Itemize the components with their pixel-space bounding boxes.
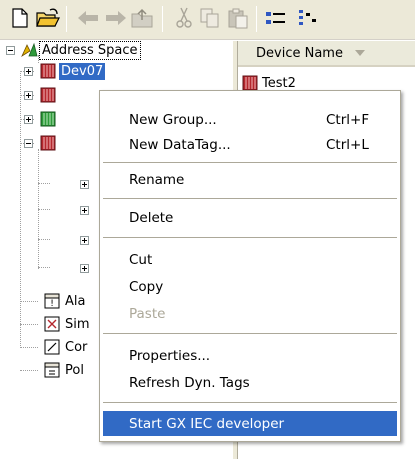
menu-separator (103, 162, 397, 163)
address-space-icon (20, 42, 38, 58)
menu-item-label: Rename (129, 171, 185, 188)
expand-toggle[interactable] (80, 235, 89, 245)
collapse-toggle[interactable] (6, 45, 15, 55)
menu-item-refresh-dyn-tags[interactable]: Refresh Dyn. Tags (103, 370, 397, 395)
menu-item-label: Start GX IEC developer (129, 415, 285, 432)
tree-item-group[interactable] (80, 229, 89, 251)
toolbar (0, 0, 415, 40)
column-header-device-name[interactable]: Device Name (238, 41, 415, 67)
expand-toggle[interactable] (24, 66, 33, 76)
tree-item-conversion[interactable]: Cor (44, 336, 89, 358)
conversion-icon (44, 339, 60, 355)
menu-item-start-gx-iec-developer[interactable]: Start GX IEC developer (103, 411, 397, 436)
polling-icon (44, 362, 60, 378)
context-menu: New Group... Ctrl+F New DataTag... Ctrl+… (99, 90, 401, 442)
tree-item-group[interactable] (80, 199, 89, 221)
tree-item-group[interactable] (80, 257, 89, 279)
small-icons-view-icon[interactable] (264, 6, 288, 30)
menu-item-label: Properties... (129, 347, 211, 364)
menu-separator (103, 237, 397, 238)
list-item-label: Test2 (262, 75, 296, 91)
menu-item-label: Paste (129, 305, 166, 322)
expand-toggle[interactable] (24, 90, 33, 100)
menu-item-label: New Group... (129, 111, 217, 128)
expand-toggle[interactable] (80, 263, 89, 273)
menu-item-cut[interactable]: Cut (103, 247, 397, 272)
tree-item-address-space[interactable]: Address Space (6, 39, 141, 61)
tree-item-device[interactable] (24, 132, 56, 154)
menu-item-shortcut: Ctrl+F (326, 111, 370, 128)
simulation-icon (44, 316, 60, 332)
tree-label-polling: Pol (65, 362, 84, 378)
expand-toggle[interactable] (80, 205, 89, 215)
menu-item-copy[interactable]: Copy (103, 274, 397, 299)
alarms-icon: ! (44, 293, 60, 309)
collapse-toggle[interactable] (24, 138, 33, 148)
copy-icon[interactable] (198, 6, 222, 30)
back-arrow-icon[interactable] (76, 6, 100, 30)
tree-label-simulation: Sim (65, 316, 90, 332)
expand-toggle[interactable] (80, 179, 89, 189)
device-red-icon (40, 87, 56, 103)
sort-arrow-icon (354, 50, 365, 56)
tree-label-dev07: Dev07 (59, 62, 106, 80)
tree-item-group[interactable] (80, 173, 89, 195)
svg-text:!: ! (50, 299, 54, 309)
column-header-label: Device Name (256, 45, 343, 61)
menu-item-delete[interactable]: Delete (103, 205, 397, 230)
menu-separator (103, 402, 397, 403)
menu-item-label: Refresh Dyn. Tags (129, 374, 250, 391)
device-red-icon (242, 75, 258, 91)
menu-item-rename[interactable]: Rename (103, 167, 397, 192)
device-red-icon (40, 63, 56, 79)
tree-item-alarms[interactable]: ! Ala (44, 290, 87, 312)
tree-item-device[interactable] (24, 108, 56, 130)
new-icon[interactable] (8, 6, 32, 30)
menu-item-label: Delete (129, 209, 174, 226)
tree-item-device[interactable] (24, 84, 56, 106)
menu-item-shortcut: Ctrl+L (326, 136, 369, 153)
menu-separator (103, 333, 397, 334)
menu-item-label: New DataTag... (129, 136, 231, 153)
menu-item-properties[interactable]: Properties... (103, 343, 397, 368)
tree-item-polling[interactable]: Pol (44, 359, 86, 381)
menu-separator (103, 198, 397, 199)
menu-item-paste[interactable]: Paste (103, 301, 397, 326)
expand-toggle[interactable] (24, 114, 33, 124)
menu-item-label: Cut (129, 251, 153, 268)
device-green-icon (40, 111, 56, 127)
list-view-icon[interactable] (296, 6, 320, 30)
device-red-icon (40, 135, 56, 151)
tree-item-dev07[interactable]: Dev07 (24, 60, 106, 82)
open-folder-icon[interactable] (36, 6, 60, 30)
tree-item-simulation[interactable]: Sim (44, 313, 92, 335)
menu-item-label: Copy (129, 278, 164, 295)
menu-item-new-datatag[interactable]: New DataTag... Ctrl+L (103, 132, 397, 157)
forward-arrow-icon[interactable] (104, 6, 128, 30)
paste-icon[interactable] (226, 6, 250, 30)
menu-item-new-group[interactable]: New Group... Ctrl+F (103, 107, 397, 132)
tree-label-conversion: Cor (65, 339, 88, 355)
tree-root-label: Address Space (39, 40, 141, 60)
cut-icon[interactable] (172, 6, 196, 30)
tree-label-alarms: Ala (65, 293, 86, 309)
up-folder-icon[interactable] (130, 6, 154, 30)
